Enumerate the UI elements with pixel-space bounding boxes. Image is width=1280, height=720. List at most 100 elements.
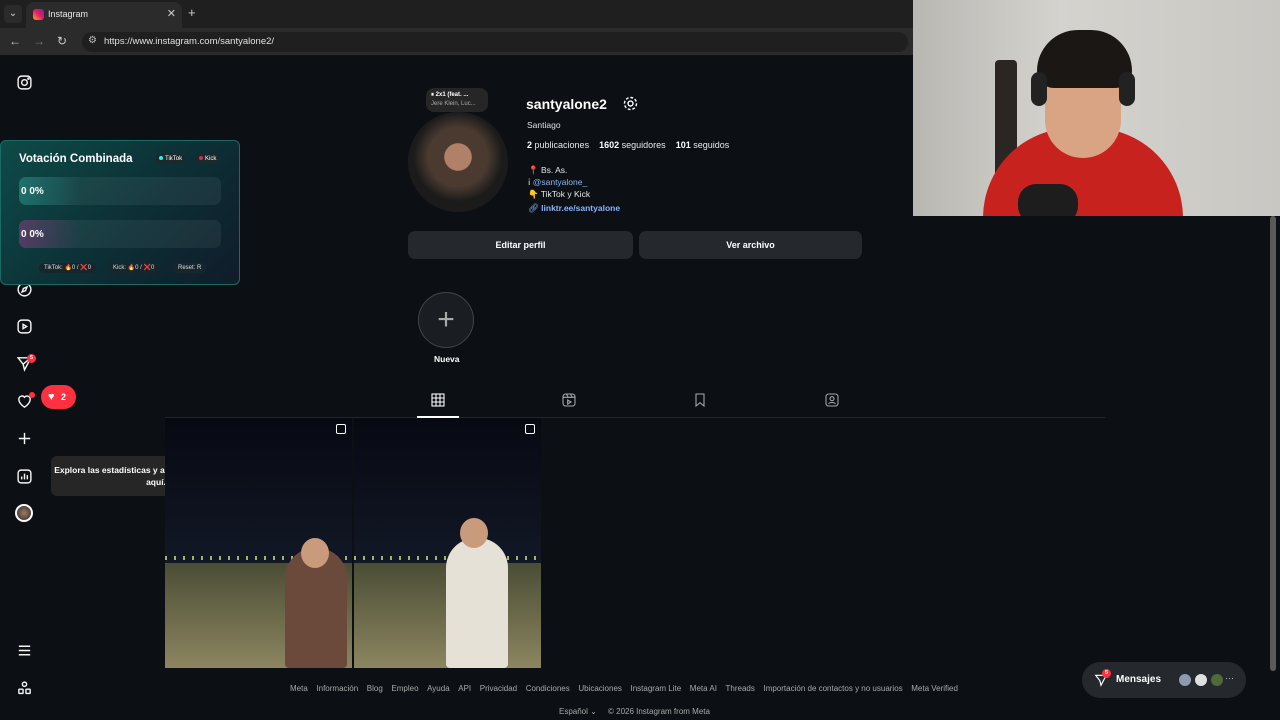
message-avatar	[1178, 673, 1192, 687]
instagram-favicon-icon	[33, 9, 44, 20]
footer-link[interactable]: Threads	[726, 684, 755, 693]
messages-floating-button[interactable]: 5 Mensajes ···	[1082, 662, 1246, 698]
post-person-head	[460, 518, 488, 548]
footer-link[interactable]: Ubicaciones	[578, 684, 622, 693]
footer-link[interactable]: Condiciones	[526, 684, 570, 693]
footer-link[interactable]: Meta Verified	[911, 684, 958, 693]
carousel-icon	[525, 424, 535, 434]
followers-label[interactable]: seguidores	[622, 140, 666, 150]
followers-count[interactable]: 1602	[599, 140, 619, 150]
webcam-microphone	[1018, 184, 1078, 216]
vote-bar-1: 0 0%	[19, 177, 221, 205]
post-person-figure	[446, 538, 508, 668]
url-field[interactable]: ⚙ https://www.instagram.com/santyalone2/	[82, 32, 908, 52]
post-thumbnail[interactable]	[354, 418, 541, 668]
messages-label: Mensajes	[1116, 674, 1162, 685]
message-avatar	[1210, 673, 1224, 687]
webcam-headphone-right	[1119, 72, 1135, 106]
vote-footer-reset: Reset: R	[173, 263, 207, 273]
more-menu-icon[interactable]	[14, 640, 34, 660]
bio-handle-row: ⅰ @santyalone_	[528, 177, 587, 188]
bio-location: 📍 Bs. As.	[528, 165, 568, 175]
instagram-logo-icon[interactable]	[14, 72, 34, 92]
vote-footer-tiktok: TikTok: 🔥0 / ❌0	[39, 263, 97, 273]
vote-overlay-widget: Votación Combinada TikTok Kick 0 0% 0 0%…	[0, 140, 240, 285]
url-text: https://www.instagram.com/santyalone2/	[104, 36, 275, 47]
vote-bar-2-value: 0 0%	[21, 229, 44, 240]
footer-link[interactable]: Importación de contactos y no usuarios	[763, 684, 902, 693]
notification-dot	[29, 392, 35, 398]
plus-icon: +	[437, 303, 455, 336]
new-highlight-label: Nueva	[434, 354, 460, 364]
note-song-title: ⏸ 2x1 (feat. ...	[431, 92, 469, 98]
new-highlight-button[interactable]: +	[418, 292, 474, 348]
post-thumbnail[interactable]	[165, 418, 352, 668]
vote-bar-1-value: 0 0%	[21, 186, 44, 197]
posts-label: publicaciones	[534, 140, 590, 150]
bio-external-link[interactable]: linktr.ee/santyalone	[541, 203, 620, 213]
profile-stats: 2 publicaciones 1602 seguidores 101 segu…	[527, 140, 729, 150]
footer-link[interactable]: Privacidad	[480, 684, 517, 693]
footer-link[interactable]: Empleo	[391, 684, 418, 693]
tab-search-dropdown-icon[interactable]: ⌄	[4, 5, 22, 23]
posts-count: 2	[527, 140, 533, 150]
webcam-headphone-left	[1031, 72, 1047, 106]
heart-filled-icon: ♥	[48, 391, 55, 403]
webcam-hair	[1037, 30, 1132, 88]
profile-avatar-icon[interactable]	[14, 503, 34, 523]
tab-posts-grid-icon[interactable]	[430, 392, 446, 408]
page-scrollbar[interactable]	[1270, 216, 1276, 671]
footer-link[interactable]: Blog	[367, 684, 383, 693]
tiktok-pill: TikTok	[155, 154, 187, 164]
tab-tagged-icon[interactable]	[824, 392, 840, 408]
post-person-head	[301, 538, 329, 568]
close-tab-icon[interactable]: ✕	[167, 7, 176, 20]
music-note-bubble[interactable]: ⏸ 2x1 (feat. ... Jere Klein, Luc...	[426, 88, 488, 112]
edit-profile-button[interactable]: Editar perfil	[408, 231, 633, 259]
notifications-count: 2	[61, 392, 67, 402]
messages-count-badge: 5	[27, 354, 36, 363]
webcam-overlay	[913, 0, 1280, 216]
footer-link[interactable]: Meta	[290, 684, 308, 693]
carousel-icon	[336, 424, 346, 434]
dashboard-stats-icon[interactable]	[14, 466, 34, 486]
settings-gear-icon[interactable]	[622, 95, 639, 112]
footer-links: Meta Información Blog Empleo Ayuda API Privaci…	[290, 684, 967, 693]
address-bar-row: ← → ↻ ⚙ https://www.instagram.com/santya…	[0, 28, 913, 56]
language-selector[interactable]: Español ⌄	[559, 707, 597, 716]
screen: ⌄ Instagram ✕ + ← → ↻ ⚙ https://www.inst…	[0, 0, 1280, 720]
meta-apps-icon[interactable]	[14, 678, 34, 698]
bio-platforms: 👇 TikTok y Kick	[528, 189, 591, 199]
footer-link[interactable]: Ayuda	[427, 684, 450, 693]
tab-title: Instagram	[48, 9, 89, 19]
reels-icon[interactable]	[14, 316, 34, 336]
new-tab-icon[interactable]: +	[188, 5, 196, 20]
vote-footer-kick: Kick: 🔥0 / ❌0	[108, 263, 160, 273]
footer-link[interactable]: Instagram Lite	[631, 684, 682, 693]
profile-picture[interactable]	[408, 112, 508, 212]
following-count[interactable]: 101	[676, 140, 691, 150]
reload-icon[interactable]: ↻	[57, 34, 67, 48]
browser-tab-bar: ⌄ Instagram ✕ +	[0, 0, 913, 28]
vote-title: Votación Combinada	[19, 153, 133, 165]
footer-link[interactable]: API	[458, 684, 471, 693]
tab-saved-bookmark-icon[interactable]	[692, 392, 708, 408]
profile-full-name: Santiago	[527, 120, 561, 130]
more-dots-icon[interactable]: ···	[1225, 673, 1234, 683]
back-icon[interactable]: ←	[9, 34, 21, 48]
browser-tab[interactable]: Instagram ✕	[26, 2, 182, 28]
kick-pill: Kick	[195, 154, 221, 164]
following-label[interactable]: seguidos	[693, 140, 729, 150]
note-song-artist: Jere Klein, Luc...	[431, 101, 476, 107]
bio-link-row: 🔗︎ linktr.ee/santyalone	[528, 203, 620, 214]
bio-handle-link[interactable]: @santyalone_	[533, 177, 587, 187]
tab-reels-icon[interactable]	[561, 392, 577, 408]
view-archive-button[interactable]: Ver archivo	[639, 231, 862, 259]
notifications-popup-badge[interactable]: ♥ 2	[41, 385, 76, 409]
site-settings-icon[interactable]: ⚙	[88, 35, 97, 46]
create-plus-icon[interactable]	[14, 428, 34, 448]
forward-icon[interactable]: →	[33, 34, 45, 48]
profile-username: santyalone2	[526, 96, 607, 112]
footer-link[interactable]: Meta AI	[690, 684, 717, 693]
footer-link[interactable]: Información	[316, 684, 358, 693]
